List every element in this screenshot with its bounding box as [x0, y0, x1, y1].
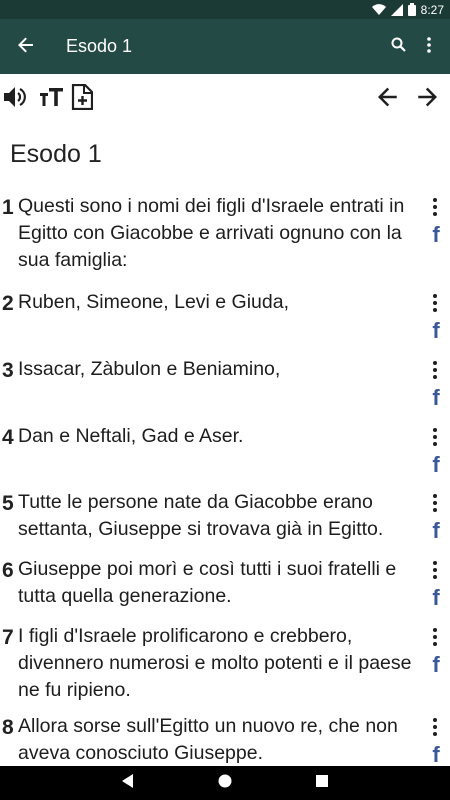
more-vert-icon	[427, 36, 431, 58]
more-vert-icon	[433, 198, 437, 216]
text-size-button[interactable]	[36, 82, 66, 112]
next-chapter-button[interactable]	[412, 82, 442, 112]
verse-text[interactable]: Giuseppe poi morì e così tutti i suoi fr…	[18, 556, 426, 610]
wifi-icon	[371, 3, 386, 16]
note-add-icon	[71, 84, 93, 110]
battery-icon	[407, 3, 416, 16]
app-bar: Esodo 1	[0, 19, 450, 74]
verse-item: 7 I figli d'Israele prolificarono e creb…	[0, 620, 450, 710]
facebook-share-icon[interactable]: f	[428, 742, 444, 766]
search-icon	[391, 37, 406, 57]
facebook-share-icon[interactable]: f	[428, 518, 444, 543]
more-vert-icon	[433, 561, 437, 579]
volume-up-icon	[2, 85, 28, 109]
facebook-share-icon[interactable]: f	[428, 385, 444, 410]
verse-text[interactable]: I figli d'Israele prolificarono e crebbe…	[18, 623, 426, 704]
search-button[interactable]	[384, 31, 412, 63]
reader-toolbar	[0, 74, 450, 120]
verse-item: 1 Questi sono i nomi dei figli d'Israele…	[0, 190, 450, 286]
circle-home-icon	[218, 774, 232, 793]
signal-icon	[390, 3, 403, 16]
verse-item: 5 Tutte le persone nate da Giacobbe eran…	[0, 486, 450, 553]
verse-item: 2 Ruben, Simeone, Levi e Giuda, f	[0, 286, 450, 353]
add-note-button[interactable]	[67, 82, 97, 112]
verse-text[interactable]: Allora sorse sull'Egitto un nuovo re, ch…	[18, 713, 426, 766]
verse-number: 7	[2, 626, 14, 649]
verse-item: 6 Giuseppe poi morì e così tutti i suoi …	[0, 553, 450, 620]
verse-number: 5	[2, 492, 14, 515]
facebook-share-icon[interactable]: f	[428, 318, 444, 343]
chapter-title: Esodo 1	[10, 140, 102, 168]
verse-menu-button[interactable]	[425, 290, 445, 316]
facebook-share-icon[interactable]: f	[428, 452, 444, 477]
overflow-menu-button[interactable]	[416, 31, 442, 63]
verse-menu-button[interactable]	[425, 490, 445, 516]
verse-text[interactable]: Issacar, Zàbulon e Beniamino,	[18, 356, 426, 383]
more-vert-icon	[433, 494, 437, 512]
back-button[interactable]	[10, 31, 42, 63]
verse-number: 3	[2, 359, 14, 382]
verse-number: 4	[2, 426, 14, 449]
arrow-left-icon	[378, 87, 398, 107]
arrow-right-icon	[417, 87, 437, 107]
verse-item: 3 Issacar, Zàbulon e Beniamino, f	[0, 353, 450, 420]
verse-list: 1 Questi sono i nomi dei figli d'Israele…	[0, 190, 450, 766]
verse-item: 4 Dan e Neftali, Gad e Aser. f	[0, 420, 450, 486]
facebook-share-icon[interactable]: f	[428, 222, 444, 247]
nav-back-button[interactable]	[114, 770, 142, 796]
triangle-back-icon	[122, 773, 134, 793]
verse-menu-button[interactable]	[425, 624, 445, 650]
verse-menu-button[interactable]	[425, 557, 445, 583]
arrow-left-icon	[18, 37, 34, 58]
verse-menu-button[interactable]	[425, 714, 445, 740]
more-vert-icon	[433, 628, 437, 646]
more-vert-icon	[433, 428, 437, 446]
previous-chapter-button[interactable]	[373, 82, 403, 112]
verse-menu-button[interactable]	[425, 357, 445, 383]
nav-recents-button[interactable]	[308, 770, 336, 796]
app-bar-title: Esodo 1	[66, 36, 133, 56]
verse-number: 6	[2, 559, 14, 582]
verse-number: 2	[2, 292, 14, 315]
system-navigation-bar	[0, 766, 450, 800]
status-time: 8:27	[420, 2, 444, 17]
verse-item: 8 Allora sorse sull'Egitto un nuovo re, …	[0, 710, 450, 766]
verse-menu-button[interactable]	[425, 424, 445, 450]
facebook-share-icon[interactable]: f	[428, 585, 444, 610]
verse-menu-button[interactable]	[425, 194, 445, 220]
more-vert-icon	[433, 718, 437, 736]
verse-text[interactable]: Ruben, Simeone, Levi e Giuda,	[18, 289, 426, 316]
facebook-share-icon[interactable]: f	[428, 652, 444, 677]
more-vert-icon	[433, 361, 437, 379]
verse-text[interactable]: Dan e Neftali, Gad e Aser.	[18, 423, 426, 450]
text-size-icon	[38, 86, 64, 108]
status-icons: 8:27	[371, 0, 444, 19]
more-vert-icon	[433, 294, 437, 312]
status-bar: 8:27	[0, 0, 450, 19]
audio-button[interactable]	[0, 82, 30, 112]
verse-text[interactable]: Questi sono i nomi dei figli d'Israele e…	[18, 193, 426, 274]
nav-home-button[interactable]	[211, 770, 239, 796]
verse-number: 8	[2, 716, 14, 739]
square-recents-icon	[316, 774, 328, 792]
verse-number: 1	[2, 196, 14, 219]
verse-text[interactable]: Tutte le persone nate da Giacobbe erano …	[18, 489, 426, 543]
